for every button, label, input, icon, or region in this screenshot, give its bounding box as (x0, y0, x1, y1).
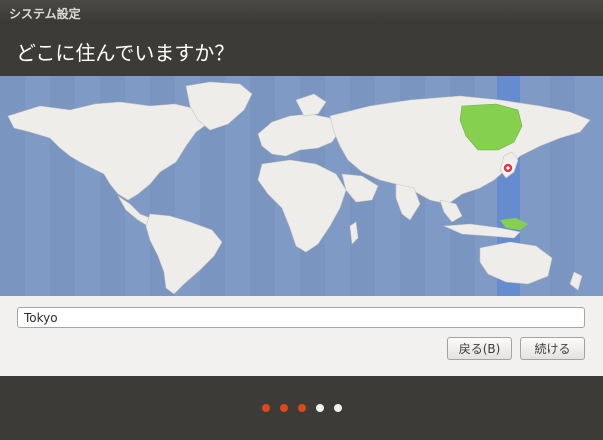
world-map-svg (0, 76, 591, 296)
progress-dot (280, 404, 288, 412)
page-title: どこに住んでいますか？ (16, 41, 235, 65)
progress-dot (262, 404, 270, 412)
window-titlebar: システム設定 (0, 0, 603, 24)
progress-dot (316, 404, 324, 412)
progress-dot (298, 404, 306, 412)
back-button[interactable]: 戻る(B) (447, 337, 512, 360)
continue-button[interactable]: 続ける (520, 337, 585, 360)
progress-dot (334, 404, 342, 412)
page-header: どこに住んでいますか？ (0, 24, 603, 76)
timezone-map[interactable] (0, 76, 603, 296)
timezone-input[interactable] (17, 307, 585, 328)
timezone-panel: 戻る(B) 続ける (0, 296, 603, 376)
location-marker (502, 162, 514, 174)
installer-footer (0, 376, 603, 440)
australia (479, 241, 553, 285)
window-title: システム設定 (9, 7, 81, 21)
progress-dots (262, 404, 342, 412)
